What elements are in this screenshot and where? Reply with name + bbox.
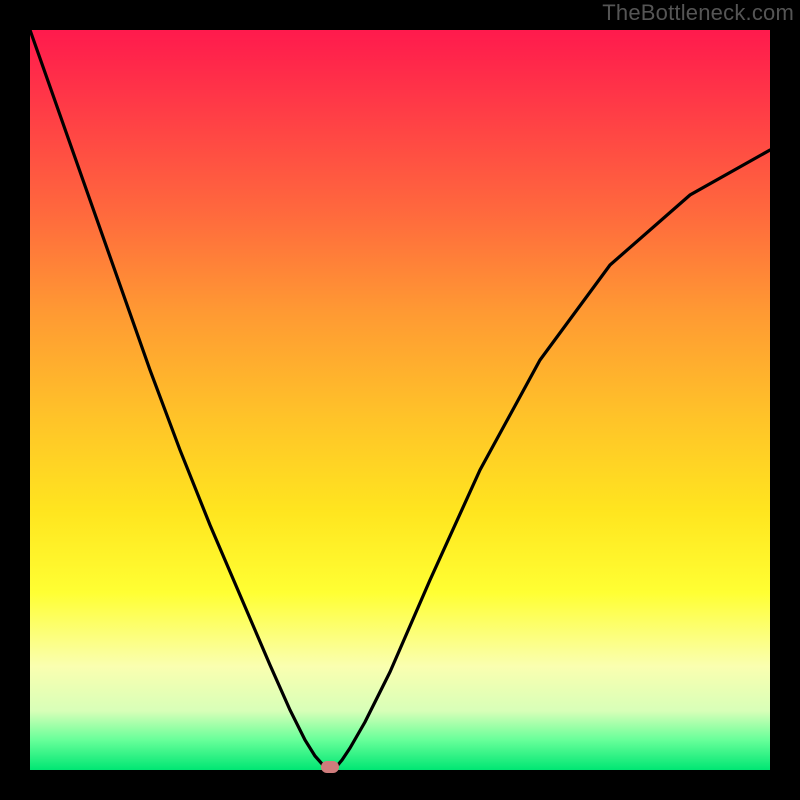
minimum-marker xyxy=(321,761,339,773)
curve-svg xyxy=(30,30,770,770)
watermark-text: TheBottleneck.com xyxy=(602,0,794,26)
plot-area xyxy=(30,30,770,770)
chart-container: { "watermark": "TheBottleneck.com", "cha… xyxy=(0,0,800,800)
bottleneck-curve xyxy=(30,30,770,770)
